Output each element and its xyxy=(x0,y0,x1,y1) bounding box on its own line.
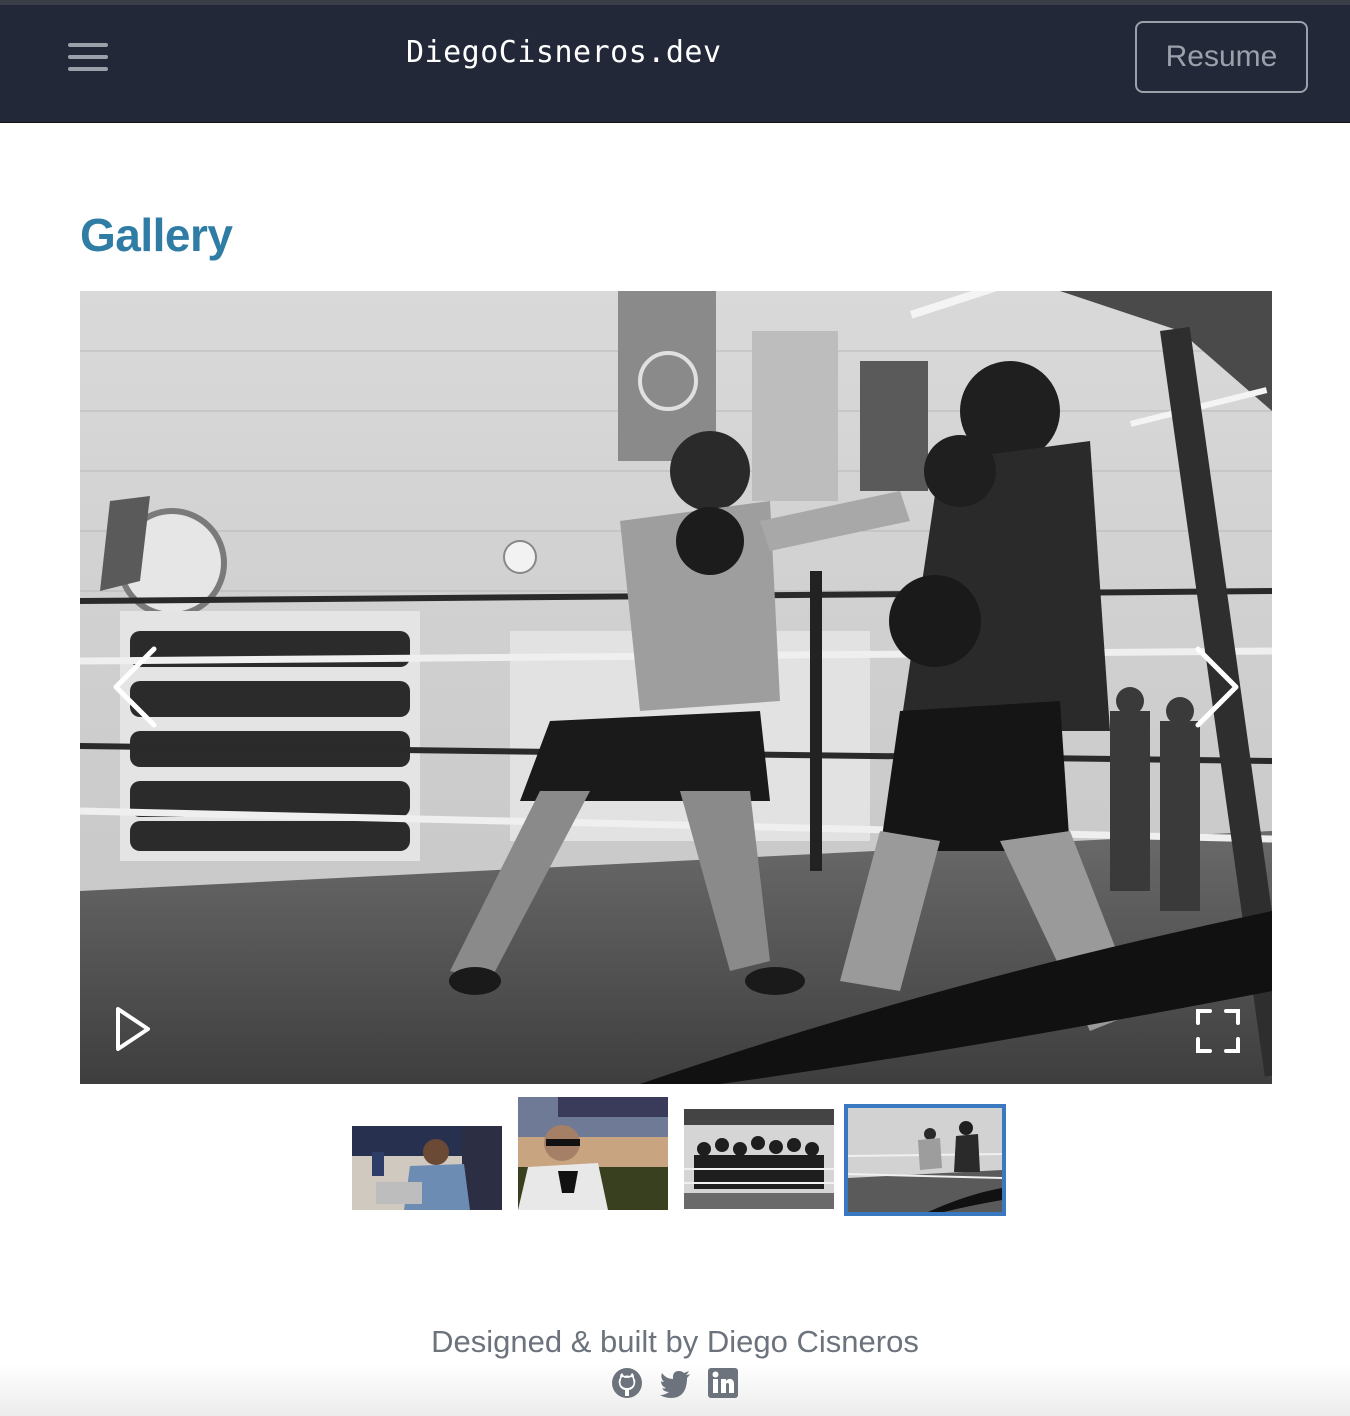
play-slideshow-button[interactable] xyxy=(110,1005,154,1053)
twitter-link[interactable] xyxy=(658,1366,692,1400)
github-icon xyxy=(612,1368,642,1398)
chevron-right-icon xyxy=(1195,646,1239,728)
thumbnail-image xyxy=(848,1108,1002,1212)
social-links xyxy=(610,1366,740,1400)
hamburger-menu-icon[interactable] xyxy=(66,41,110,75)
thumbnail-3[interactable] xyxy=(684,1109,834,1209)
github-link[interactable] xyxy=(610,1366,644,1400)
fullscreen-icon xyxy=(1196,1009,1240,1053)
site-footer: Designed & built by Diego Cisneros xyxy=(0,1300,1350,1416)
next-slide-button[interactable] xyxy=(1188,645,1244,729)
resume-button[interactable]: Resume xyxy=(1135,21,1308,93)
thumbnail-2[interactable] xyxy=(518,1097,668,1210)
fullscreen-button[interactable] xyxy=(1194,1007,1242,1055)
site-brand[interactable]: DiegoCisneros.dev xyxy=(406,35,722,70)
thumbnail-image xyxy=(518,1097,668,1210)
linkedin-link[interactable] xyxy=(706,1366,740,1400)
twitter-icon xyxy=(660,1371,690,1398)
play-icon xyxy=(116,1007,150,1051)
top-navbar: DiegoCisneros.dev Resume xyxy=(0,5,1350,123)
gallery-thumbnails xyxy=(0,1096,1350,1220)
chevron-left-icon xyxy=(113,646,157,728)
linkedin-icon xyxy=(708,1368,738,1398)
boxing-sparring-photo xyxy=(80,291,1272,1084)
thumbnail-image xyxy=(684,1109,834,1209)
gallery-main-image[interactable] xyxy=(80,291,1272,1084)
footer-credit: Designed & built by Diego Cisneros xyxy=(431,1324,919,1359)
page-title: Gallery xyxy=(80,209,233,261)
thumbnail-4-active[interactable] xyxy=(844,1104,1006,1216)
thumbnail-image xyxy=(352,1126,502,1210)
previous-slide-button[interactable] xyxy=(108,645,164,729)
thumbnail-1[interactable] xyxy=(352,1126,502,1210)
